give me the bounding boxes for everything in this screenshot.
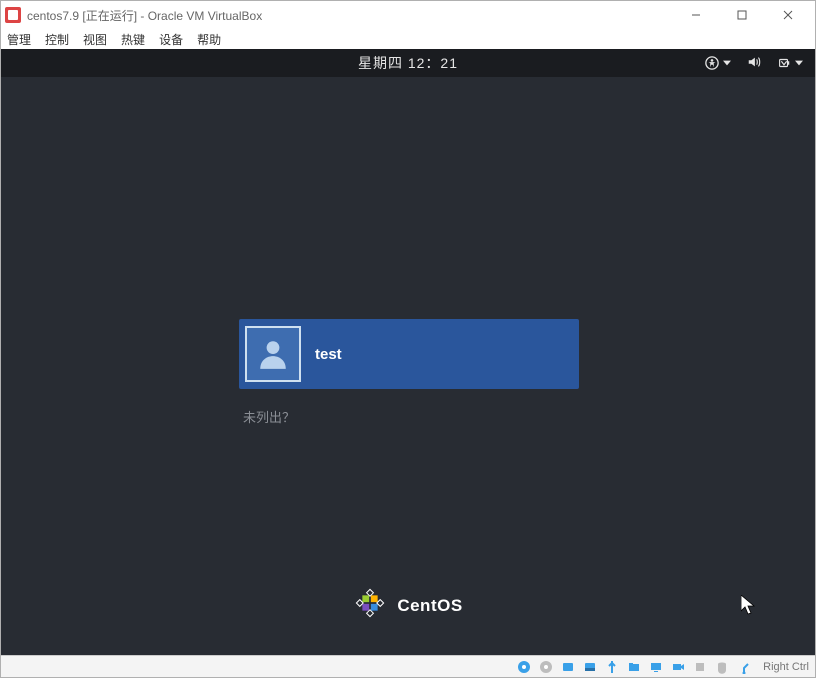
menu-view[interactable]: 视图	[83, 31, 107, 48]
maximize-button[interactable]	[719, 1, 765, 29]
sb-audio-icon[interactable]	[559, 659, 577, 675]
panel-status-area[interactable]	[705, 49, 803, 77]
sb-mouse-icon[interactable]	[713, 659, 731, 675]
sb-keyboard-icon[interactable]	[735, 659, 753, 675]
sb-cpu-icon[interactable]	[691, 659, 709, 675]
centos-logo-icon	[353, 586, 387, 625]
guest-display[interactable]: 星期四 12：21 test	[1, 49, 815, 655]
panel-clock[interactable]: 星期四 12：21	[358, 53, 458, 73]
host-key-label: Right Ctrl	[763, 661, 809, 673]
window-titlebar: centos7.9 [正在运行] - Oracle VM VirtualBox	[1, 1, 815, 29]
sb-hdd-icon[interactable]	[515, 659, 533, 675]
virtualbox-window: centos7.9 [正在运行] - Oracle VM VirtualBox …	[0, 0, 816, 678]
menu-devices[interactable]: 设备	[159, 31, 183, 48]
centos-brand-text: CentOS	[397, 596, 462, 616]
power-menu[interactable]	[777, 56, 803, 70]
user-card[interactable]: test	[239, 319, 579, 389]
user-name-label: test	[315, 346, 342, 363]
menu-control[interactable]: 控制	[45, 31, 69, 48]
user-avatar-icon	[245, 326, 301, 382]
sb-optical-icon[interactable]	[537, 659, 555, 675]
menu-manage[interactable]: 管理	[7, 31, 31, 48]
minimize-button[interactable]	[673, 1, 719, 29]
window-controls	[673, 1, 811, 29]
login-area: test 未列出？	[239, 319, 579, 426]
sb-usb-icon[interactable]	[603, 659, 621, 675]
mouse-cursor-icon	[741, 595, 755, 615]
window-title: centos7.9 [正在运行] - Oracle VM VirtualBox	[27, 7, 673, 24]
sb-recording-icon[interactable]	[669, 659, 687, 675]
menu-hotkeys[interactable]: 热键	[121, 31, 145, 48]
not-listed-link[interactable]: 未列出？	[239, 407, 579, 426]
sb-shared-folders-icon[interactable]	[625, 659, 643, 675]
menubar: 管理 控制 视图 热键 设备 帮助	[1, 29, 815, 49]
accessibility-menu[interactable]	[705, 56, 731, 70]
centos-branding: CentOS	[1, 586, 815, 625]
gnome-top-panel: 星期四 12：21	[1, 49, 815, 77]
virtualbox-statusbar: Right Ctrl	[1, 655, 815, 677]
sb-display-icon[interactable]	[647, 659, 665, 675]
volume-icon[interactable]	[747, 55, 761, 72]
sb-network-icon[interactable]	[581, 659, 599, 675]
close-button[interactable]	[765, 1, 811, 29]
menu-help[interactable]: 帮助	[197, 31, 221, 48]
virtualbox-icon	[5, 7, 21, 23]
